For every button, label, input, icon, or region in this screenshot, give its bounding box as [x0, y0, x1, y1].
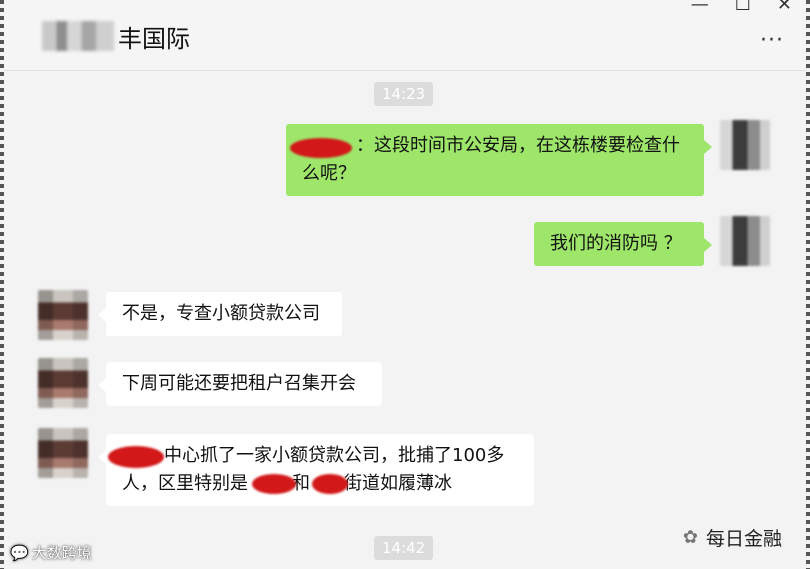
- redaction-mark: [312, 474, 348, 494]
- chat-bubble-icon: 💬: [10, 543, 29, 562]
- window-controls: — ☐ ✕: [691, 0, 792, 15]
- avatar[interactable]: [38, 358, 88, 408]
- maximize-icon[interactable]: ☐: [735, 0, 751, 15]
- watermark-text: 大数跨境: [31, 544, 92, 562]
- avatar[interactable]: [720, 120, 770, 170]
- avatar[interactable]: [38, 428, 88, 478]
- avatar[interactable]: [720, 216, 770, 266]
- redaction-mark: [252, 474, 296, 494]
- message-text: 下周可能还要把租户召集开会: [122, 373, 356, 394]
- redaction-mark: [290, 138, 352, 158]
- watermark-left: 💬 大数跨境: [10, 542, 92, 563]
- chat-title: 丰国际: [42, 18, 190, 54]
- message-bubble-sent[interactable]: 我们的消防吗 ？: [534, 222, 712, 266]
- redaction-mark: [108, 446, 164, 468]
- timestamp: 14:42: [374, 536, 434, 560]
- frame-left-edge: [0, 0, 4, 569]
- avatar[interactable]: [38, 290, 88, 340]
- blurred-name-prefix: [42, 21, 114, 51]
- message-bubble-received[interactable]: 不是，专查小额贷款公司: [98, 292, 342, 336]
- message-bubble-received[interactable]: 中心抓了一家小额贷款公司，批捕了100多 人，区里特别是和街道如履薄冰: [98, 434, 534, 506]
- message-text: 我们的消防吗 ？: [550, 233, 682, 254]
- message-bubble-received[interactable]: 下周可能还要把租户召集开会: [98, 362, 382, 406]
- watermark-right: ✿ 每日金融: [683, 524, 782, 551]
- chat-title-bar: 丰国际 — ☐ ✕ ···: [4, 0, 806, 71]
- minimize-icon[interactable]: —: [691, 0, 709, 15]
- message-bubble-sent[interactable]: ：这段时间市公安局，在这栋楼要检查什么呢？: [286, 124, 712, 196]
- timestamp: 14:23: [374, 82, 434, 106]
- watermark-text: 每日金融: [705, 528, 782, 550]
- message-text: 不是，专查小额贷款公司: [122, 303, 320, 324]
- frame-right-edge: [806, 0, 810, 569]
- wechat-icon: ✿: [682, 527, 698, 548]
- chat-title-text: 丰国际: [118, 24, 190, 53]
- message-line: 中心抓了一家小额贷款公司，批捕了100多: [164, 445, 505, 466]
- more-options-button[interactable]: ···: [760, 28, 784, 53]
- message-text: ：这段时间市公安局，在这栋楼要检查什么呢？: [302, 135, 680, 184]
- close-icon[interactable]: ✕: [777, 0, 792, 15]
